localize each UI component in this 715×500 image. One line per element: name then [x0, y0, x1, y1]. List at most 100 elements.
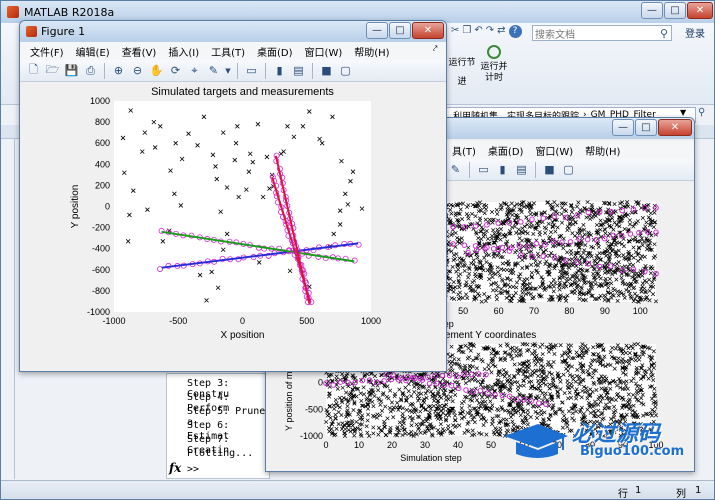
legend-icon[interactable]: ▤: [290, 62, 307, 79]
command-window[interactable]: Step 3: Constru Step 4: Perform Step 5: …: [166, 373, 270, 479]
fig2-menu-window[interactable]: 窗口(W): [529, 143, 579, 158]
print-icon[interactable]: ⎙: [82, 62, 99, 79]
cut-icon[interactable]: ✂: [451, 25, 459, 41]
x-axis-label: X position: [221, 330, 265, 341]
run-timeit-label: 运行并 计时: [480, 62, 508, 83]
watermark-line2: Biguo100.com: [580, 444, 685, 459]
y-tick-label: 400: [95, 159, 110, 169]
open-file-icon[interactable]: 🗁: [44, 62, 61, 79]
save-icon[interactable]: 💾: [63, 62, 80, 79]
figure1-window[interactable]: Figure 1 — □ ✕ 文件(F) 编辑(E) 查看(V) 插入(I) 工…: [19, 20, 447, 372]
x-tick-label: 100: [633, 306, 648, 316]
show-plot-tools-icon[interactable]: ▢: [560, 161, 577, 178]
zoom-in-icon[interactable]: ⊕: [110, 62, 127, 79]
search-icon[interactable]: ⚲: [660, 27, 671, 40]
browse-icon[interactable]: ⚲: [698, 107, 705, 118]
pan-icon[interactable]: ✋: [148, 62, 165, 79]
timer-icon: [487, 45, 501, 59]
rotate-icon[interactable]: ⟳: [167, 62, 184, 79]
fig2-menu-help[interactable]: 帮助(H): [579, 143, 626, 158]
toolbar-separator: [104, 62, 105, 79]
fig2-menu-tools[interactable]: 具(T): [446, 143, 482, 158]
link-plot-icon[interactable]: ▭: [243, 62, 260, 79]
new-figure-icon[interactable]: 🗋: [25, 62, 42, 79]
brush-icon[interactable]: ✎: [205, 62, 222, 79]
x-tick-label: 50: [458, 306, 468, 316]
y-tick-label: 0: [105, 202, 110, 212]
figure1-close-button[interactable]: ✕: [412, 22, 444, 39]
figure1-menubar: 文件(F) 编辑(E) 查看(V) 插入(I) 工具(T) 桌面(D) 窗口(W…: [20, 42, 446, 60]
toolbar-separator: [312, 62, 313, 79]
graduation-cap-icon: [504, 424, 568, 458]
help-icon[interactable]: ?: [508, 25, 522, 38]
toolbar-separator: [469, 161, 470, 178]
matlab-logo-icon: [7, 6, 19, 18]
zoom-out-icon[interactable]: ⊖: [129, 62, 146, 79]
figure2-minimize-button[interactable]: —: [612, 119, 634, 136]
menu-insert[interactable]: 插入(I): [162, 44, 205, 59]
login-button[interactable]: 登录: [676, 23, 714, 41]
advance-label: 进: [457, 77, 467, 87]
figure2-maximize-button[interactable]: □: [635, 119, 657, 136]
x-tick-label: 500: [299, 316, 314, 326]
show-plot-tools-icon[interactable]: ▢: [337, 62, 354, 79]
main-close-button[interactable]: ✕: [687, 2, 713, 19]
x-tick-label: 20: [387, 440, 397, 450]
figure1-minimize-button[interactable]: —: [366, 22, 388, 39]
menu-file[interactable]: 文件(F): [24, 44, 70, 59]
x-tick-label: -500: [169, 316, 187, 326]
brush-dropdown-icon[interactable]: ▼: [224, 62, 232, 79]
run-section-label: 运行节: [448, 58, 476, 68]
search-input[interactable]: 搜索文档: [535, 26, 660, 41]
y-tick-label: -400: [92, 244, 110, 254]
main-maximize-button[interactable]: □: [664, 2, 686, 19]
undo-icon[interactable]: ↶: [474, 25, 482, 41]
hide-plot-tools-icon[interactable]: ■: [318, 62, 335, 79]
link-plot-icon[interactable]: ▭: [475, 161, 492, 178]
command-line: Step 5: Prune a: [187, 406, 266, 428]
path-dropdown-icon[interactable]: ▼: [680, 108, 686, 117]
menu-help[interactable]: 帮助(H): [348, 44, 395, 59]
run-timeit-button[interactable]: 运行并 计时: [477, 45, 511, 93]
x-tick-label: 0: [323, 440, 328, 450]
figure2-close-button[interactable]: ✕: [658, 119, 692, 136]
watermark-logo: 必过源码 Biguo100.com: [500, 416, 700, 466]
plot-area: [114, 101, 371, 312]
main-window-title: MATLAB R2018a: [24, 5, 115, 19]
status-row-label: 行: [618, 489, 628, 500]
redo-icon[interactable]: ↷: [486, 25, 494, 41]
command-prompt[interactable]: >>: [187, 464, 199, 475]
y-tick-label: -600: [92, 265, 110, 275]
command-line: Step 4: Perform: [187, 392, 230, 414]
colorbar-icon[interactable]: ▮: [494, 161, 511, 178]
x-tick-label: 0: [240, 316, 245, 326]
main-minimize-button[interactable]: —: [641, 2, 663, 19]
x-tick-label: 1000: [361, 316, 381, 326]
menu-edit[interactable]: 编辑(E): [70, 44, 116, 59]
menu-tools[interactable]: 工具(T): [205, 44, 251, 59]
menu-desktop[interactable]: 桌面(D): [251, 44, 299, 59]
switch-icon[interactable]: ⇄: [497, 25, 505, 41]
y-tick-label: 200: [95, 180, 110, 190]
brush-icon[interactable]: ✎: [447, 161, 464, 178]
run-section-button[interactable]: 运行节 进: [448, 49, 476, 89]
copy-icon[interactable]: ❐: [462, 25, 471, 41]
menu-view[interactable]: 查看(V): [116, 44, 163, 59]
y-tick-label: -500: [305, 404, 323, 414]
menu-window[interactable]: 窗口(W): [299, 44, 349, 59]
data-cursor-icon[interactable]: ⌖: [186, 62, 203, 79]
status-col-label: 列: [676, 489, 686, 500]
figure1-maximize-button[interactable]: □: [389, 22, 411, 39]
toolbar-separator: [535, 161, 536, 178]
x-tick-label: 80: [564, 306, 574, 316]
hide-plot-tools-icon[interactable]: ■: [541, 161, 558, 178]
search-box[interactable]: 搜索文档 ⚲: [532, 25, 672, 41]
colorbar-icon[interactable]: ▮: [271, 62, 288, 79]
legend-icon[interactable]: ▤: [513, 161, 530, 178]
x-tick-label: 90: [600, 306, 610, 316]
command-line: Step 7: Creatin: [187, 434, 230, 456]
fx-icon[interactable]: fx: [169, 461, 181, 475]
menubar-arrow-icon[interactable]: ⤤: [433, 44, 438, 54]
fig2-menu-desktop[interactable]: 桌面(D): [482, 143, 530, 158]
y-tick-label: 800: [95, 117, 110, 127]
